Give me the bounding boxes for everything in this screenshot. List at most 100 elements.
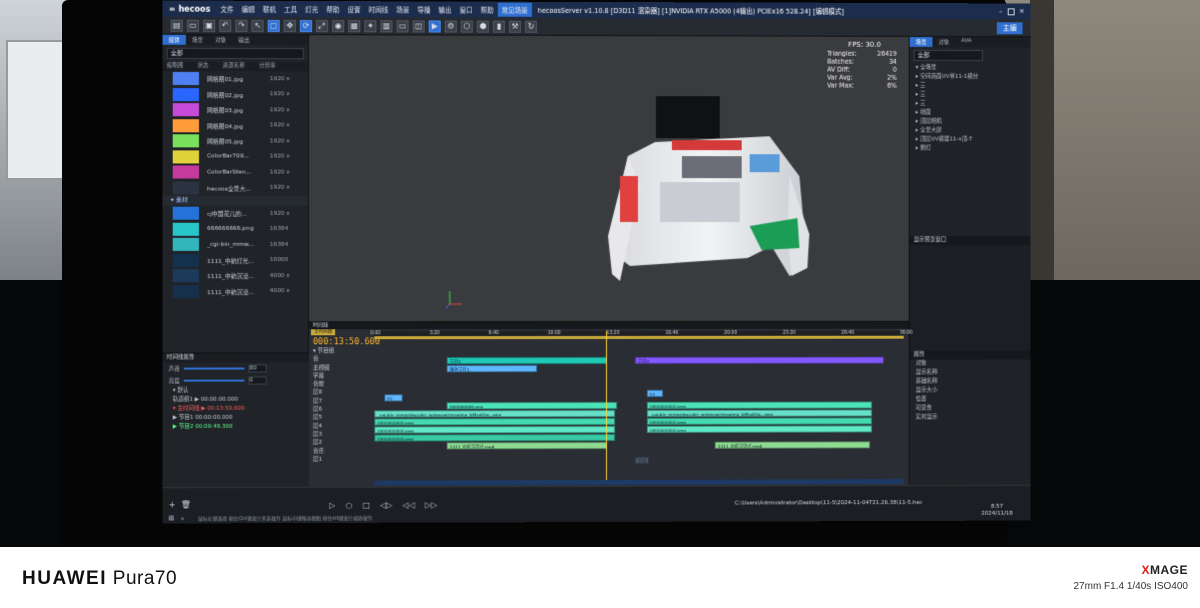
menu-item-9[interactable]: 导播 [413,4,434,14]
property-row[interactable]: 位置 [910,395,1031,404]
property-row[interactable]: 可见性 [910,404,1031,413]
timeline-clip[interactable]: _cgi-bin_mmwebwx-bin_webwxgetmsgimg_&Msg… [374,409,615,418]
asset-row[interactable]: 网格图03.jpg 1920 x [163,102,308,118]
save-icon[interactable]: ▣ [203,19,216,32]
preview-icon[interactable]: ▶ [428,19,441,33]
close-icon[interactable]: ✕ [1019,7,1024,15]
refresh-icon[interactable]: ↻ [524,20,537,33]
track-name[interactable]: 主视频 [313,364,373,372]
menu-item-2[interactable]: 联机 [259,4,280,14]
asset-row[interactable]: ColorBarSten... 1920 x [163,164,308,180]
track-name[interactable]: 层8 [313,389,373,397]
menu-item-8[interactable]: 场景 [392,4,413,14]
timeline-clip[interactable]: F1 [384,394,403,402]
camera-icon[interactable]: ◉ [332,19,345,32]
timeline-clip[interactable]: 1111_中航沉浸式.mp4 [714,441,870,449]
asset-tab-3[interactable]: 输出 [232,35,255,45]
track-name[interactable]: 音效 [313,381,373,389]
timeline-clip[interactable]: _cgi-bin_mmwebwx-bin_webwxgetmsgimg_&Msg… [646,409,872,417]
track-name[interactable]: ▾ 节目组 [313,347,373,355]
asset-filter-select[interactable]: 全部 [166,47,304,60]
asset-tab-0[interactable]: 媒体 [162,34,186,45]
menu-item-1[interactable]: 编辑 [238,4,259,14]
slider-value[interactable]: 0 [248,376,267,385]
search-icon[interactable]: ⌕ [181,514,185,523]
pointer-icon[interactable]: ↖ [251,19,264,32]
asset-row[interactable]: 网格图05.jpg 1920 x [163,133,308,149]
scale-tool-icon[interactable]: ⤢ [316,19,329,32]
timeline-clip[interactable]: 666666666.png [446,401,617,410]
menu-item-11[interactable]: 窗口 [456,5,477,15]
asset-row[interactable]: ColorBar709... 1920 x [163,149,308,165]
undo-icon[interactable]: ↶ [219,19,232,32]
playback-control-5[interactable]: ▷▷ [425,501,437,510]
scene-tree-item[interactable]: ▸ 地面 [910,109,1031,118]
scene-filter-select[interactable]: 全部 [913,49,983,62]
playback-control-2[interactable]: □ [362,501,370,510]
scene-tab-2[interactable]: AVA [955,37,977,47]
playback-control-3[interactable]: ◁▷ [380,501,392,510]
settings-icon[interactable]: ⚙ [444,20,457,33]
redo-icon[interactable]: ↷ [235,19,248,32]
scene-tree-item[interactable]: ▸ 三 [910,100,1031,109]
projector-icon[interactable]: ▥ [380,19,393,32]
windows-start-icon[interactable]: ⊞ [169,514,175,522]
mode-button[interactable]: 主编 [996,21,1023,34]
track-name[interactable]: 音乐 [313,447,373,455]
chart-icon[interactable]: ▮ [492,20,505,33]
playback-control-0[interactable]: ▷ [329,501,335,510]
track-name[interactable]: 层7 [313,397,373,405]
asset-folder-media[interactable]: ▾ 素材 [162,195,308,206]
property-row[interactable]: 显示大小 [910,386,1031,395]
asset-row[interactable]: hecoos全景大... 1920 x [163,180,308,196]
scene-tab-1[interactable]: 对象 [932,37,955,47]
scene-tree-item[interactable]: ▸ 全景大屏 [910,127,1031,136]
timeline-clip[interactable]: 0000000000.png [646,401,872,409]
menu-item-5[interactable]: 帮助 [322,4,343,14]
scene-tree-item[interactable]: ▸ 空间画面UV单11-1横分 [910,73,1031,82]
timeline-clip[interactable]: 节目1 [446,356,607,365]
minimize-icon[interactable]: – [999,7,1002,15]
property-row[interactable]: 基础名称 [910,377,1031,386]
move-tool-icon[interactable]: ✥ [283,19,296,32]
menu-active-scene[interactable]: 常见场景 [497,2,532,17]
track-name[interactable]: 层4 [313,422,373,430]
timeline-tab-main[interactable]: 主时间线 [310,329,336,336]
timeline-clip[interactable]: 0000000000.png [646,425,872,433]
timeline-tree-item[interactable]: ▾ 默认 [173,386,309,395]
playback-control-4[interactable]: ◁◁ [403,501,415,510]
menu-item-3[interactable]: 工具 [280,4,301,14]
menu-item-7[interactable]: 时间线 [365,4,393,14]
timeline-clip[interactable]: 播放节目1 [446,365,537,373]
asset-row[interactable]: _cgi-bin_mmw... 16384 [163,237,308,253]
timeline-clip[interactable]: 节目 [634,456,649,464]
asset-row[interactable]: 1111_中航沉浸... 4000 x [163,284,308,300]
asset-row[interactable]: cj中国花儿的... 1920 x [163,206,308,222]
open-folder-icon[interactable]: ▭ [186,19,200,32]
slider-track[interactable] [183,367,245,370]
asset-row[interactable]: 网格图02.jpg 1920 x [163,87,308,103]
asset-tab-2[interactable]: 对象 [209,35,232,45]
maximize-icon[interactable] [1007,7,1015,15]
scene-tree-item[interactable]: ▸ 侧灯 [910,144,1031,153]
layout-icon[interactable]: ◫ [412,19,425,32]
asset-tab-1[interactable]: 场景 [186,35,209,45]
timeline-clip[interactable]: 1111_中航沉浸式.mp4 [446,441,607,450]
add-icon[interactable]: + [169,500,176,509]
menu-item-6[interactable]: 设置 [344,4,365,14]
timeline-clip[interactable]: 0000000000.png [374,417,615,426]
track-name[interactable]: 层6 [313,406,373,414]
track-name[interactable]: 音 [313,356,373,364]
menu-item-10[interactable]: 输出 [434,4,455,14]
hexagon-2-icon[interactable]: ⬢ [476,20,489,33]
clip-area[interactable]: 节目1 播放节目1 节目2 F1 F2 666666666.png _cgi-bin_mmw… [374,322,903,483]
select-tool-icon[interactable]: ▢ [267,19,280,32]
timeline-tree-item[interactable]: 轨道组1 ▶ 00:00:00.000 [173,396,309,405]
property-row[interactable]: 显示名称 [910,368,1031,377]
asset-row[interactable]: 1111_中航灯光... 10000 [163,252,308,268]
monitor-icon[interactable]: ▭ [396,19,409,32]
track-name[interactable]: 层1 [313,455,373,463]
asset-row[interactable]: 1111_中航沉浸... 4000 x [163,268,308,284]
playhead[interactable] [605,330,607,481]
wrench-icon[interactable]: ⚒ [508,20,521,33]
